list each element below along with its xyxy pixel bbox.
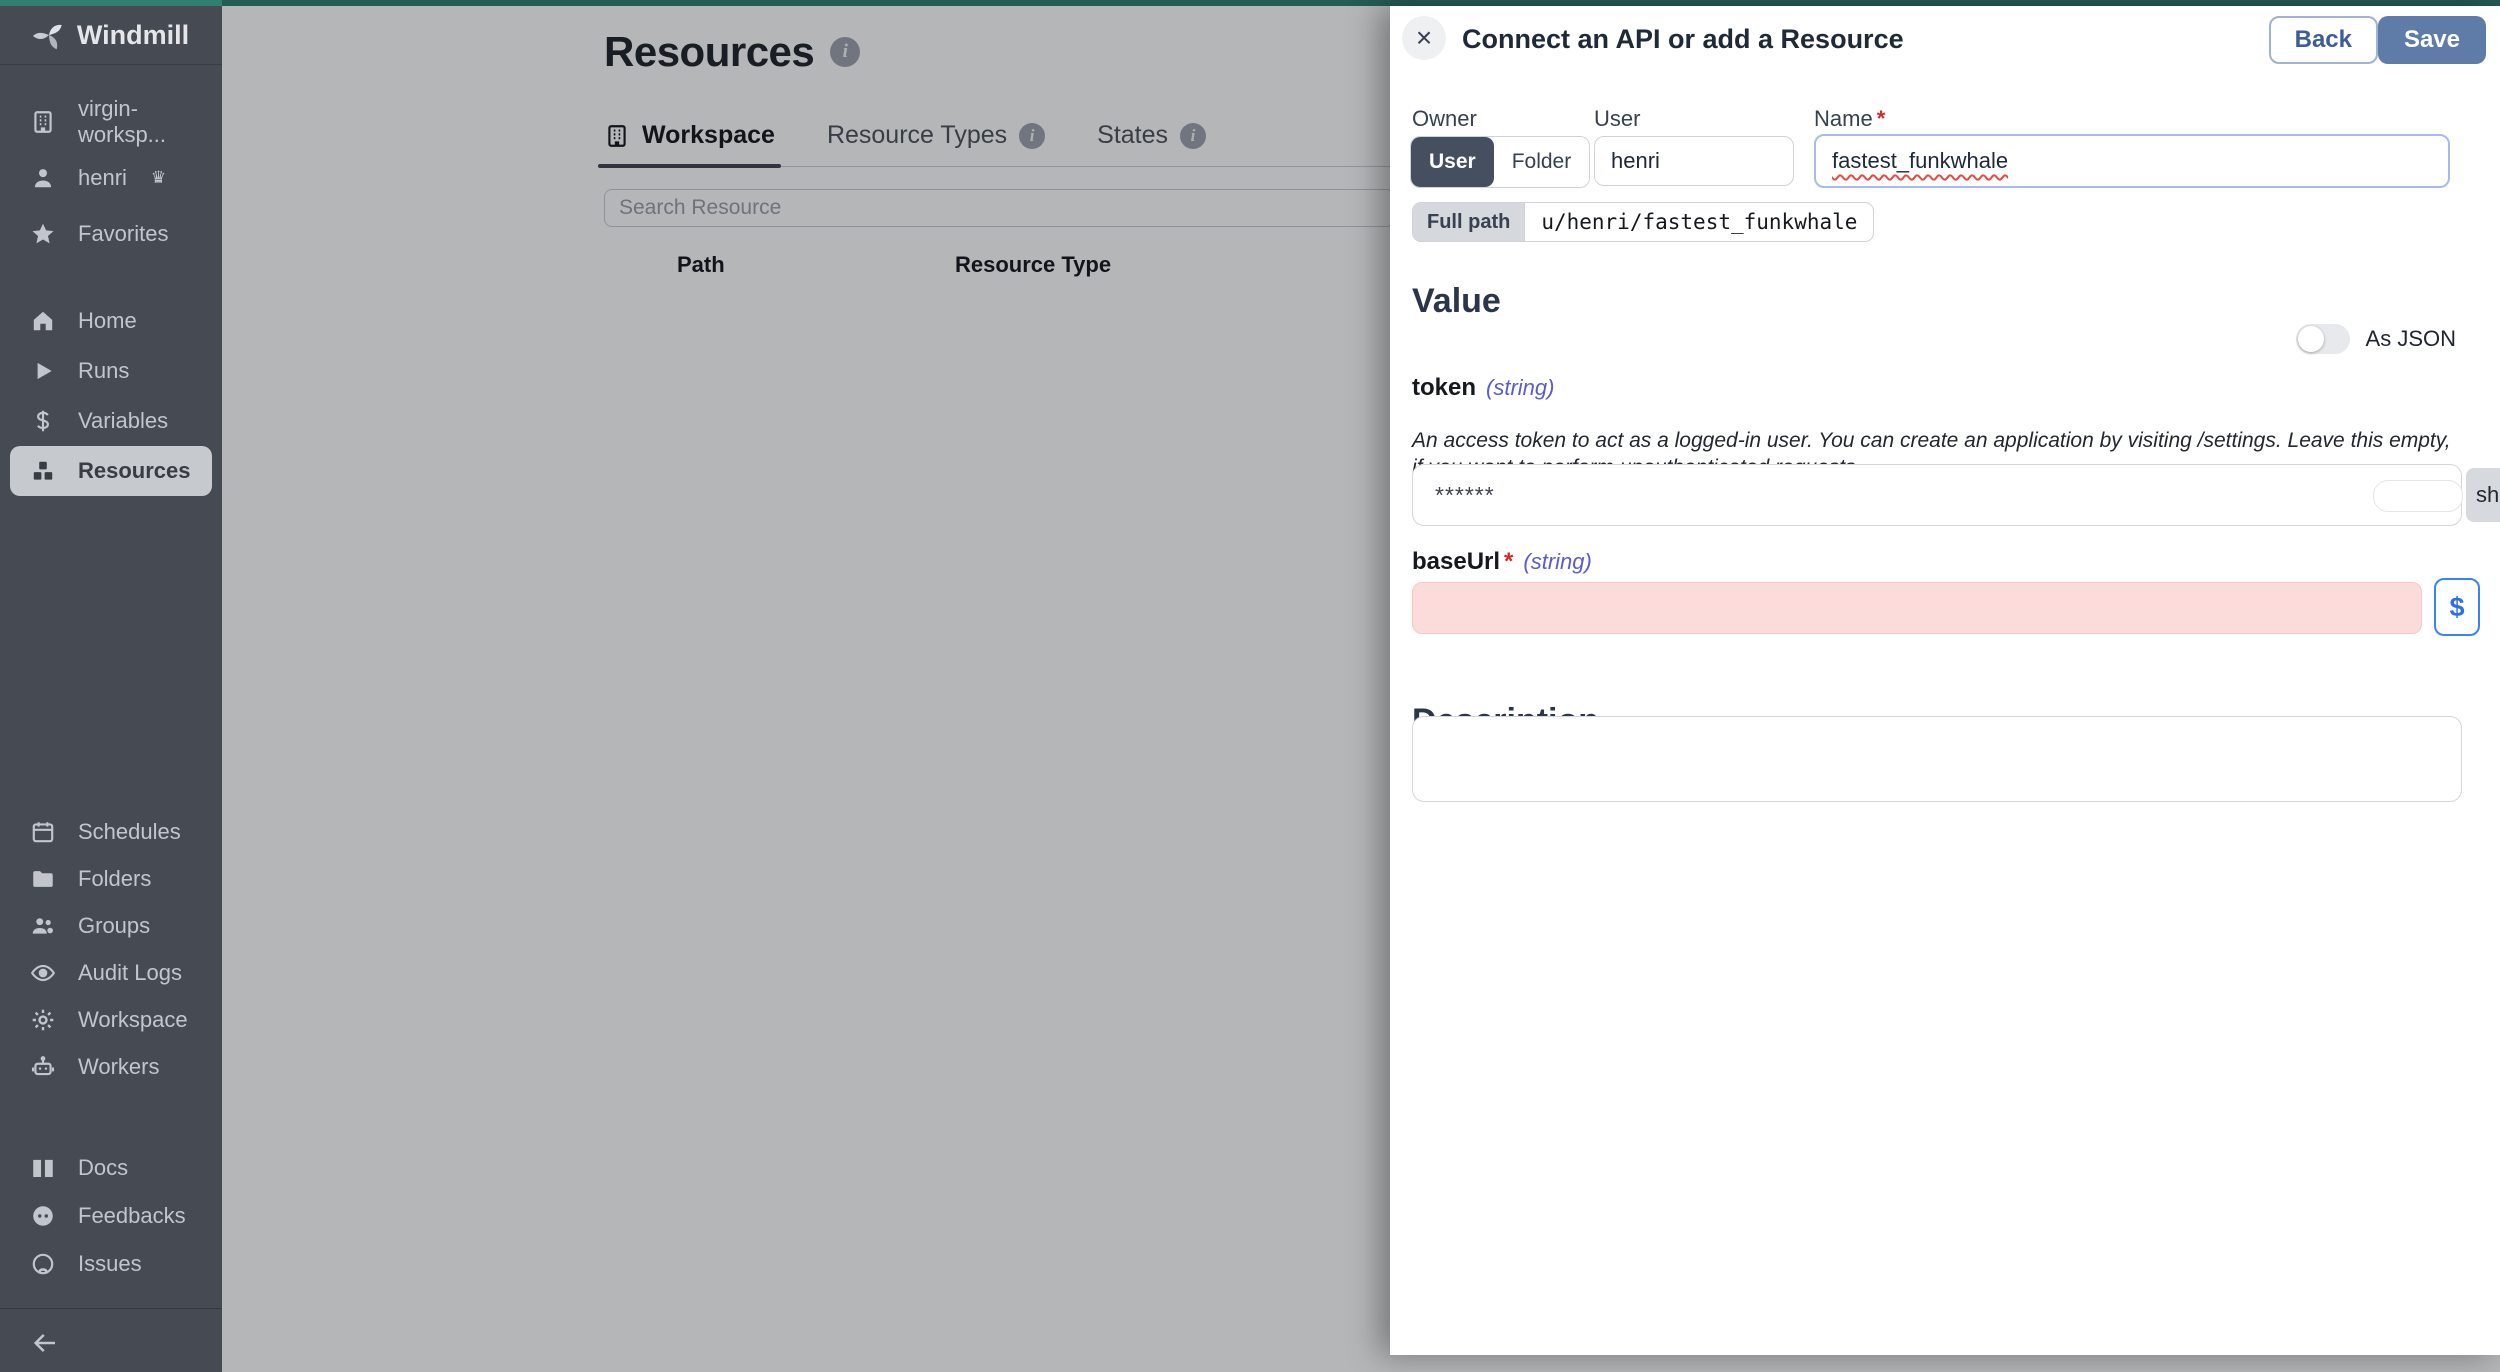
full-path-pill: Full path u/henri/fastest_funkwhale <box>1412 202 1874 242</box>
app-name: Windmill <box>77 20 189 51</box>
token-type-hint: (string) <box>1486 375 1554 401</box>
baseurl-type-hint: (string) <box>1523 549 1591 575</box>
full-path-value: u/henri/fastest_funkwhale <box>1525 203 1873 241</box>
nav-label: Resources <box>78 458 191 484</box>
owner-toggle-group: User Folder <box>1410 136 1590 188</box>
arrow-left-icon <box>30 1328 60 1358</box>
sidebar-item-schedules[interactable]: Schedules <box>0 808 222 855</box>
users-icon <box>30 913 56 939</box>
windmill-logo-icon <box>33 19 65 51</box>
as-json-label: As JSON <box>2366 326 2456 352</box>
username: henri <box>78 165 127 191</box>
workspace-name: virgin-worksp... <box>78 96 222 148</box>
close-icon[interactable]: × <box>1402 16 1446 60</box>
nav-label: Runs <box>78 358 129 384</box>
description-textarea[interactable] <box>1412 716 2462 802</box>
star-icon <box>30 221 56 247</box>
robot-icon <box>30 1054 56 1080</box>
nav-label: Issues <box>78 1251 142 1277</box>
owner-option-user[interactable]: User <box>1411 137 1494 187</box>
sidebar-item-audit-logs[interactable]: Audit Logs <box>0 949 222 996</box>
nav-label: Home <box>78 308 137 334</box>
sidebar-item-feedbacks[interactable]: Feedbacks <box>0 1192 222 1240</box>
user-label: User <box>1594 106 1640 132</box>
book-icon <box>30 1155 56 1181</box>
sidebar-item-workspace-settings[interactable]: Workspace <box>0 996 222 1043</box>
sidebar-admin-group: Schedules Folders Groups Audit Logs Work… <box>0 808 222 1090</box>
folder-icon <box>30 866 56 892</box>
token-inline-pill[interactable] <box>2373 480 2463 512</box>
cubes-icon <box>30 458 56 484</box>
nav-label: Docs <box>78 1155 128 1181</box>
name-label: Name* <box>1814 106 1885 132</box>
sidebar-item-runs[interactable]: Runs <box>0 346 222 396</box>
discord-icon <box>30 1203 56 1229</box>
nav-label: Workspace <box>78 1007 188 1033</box>
resource-drawer: × Connect an API or add a Resource Back … <box>1390 6 2500 1355</box>
drawer-title: Connect an API or add a Resource <box>1462 24 1904 55</box>
user-field[interactable]: henri <box>1594 136 1794 186</box>
play-icon <box>30 358 56 384</box>
show-password-button[interactable]: sh <box>2466 468 2500 522</box>
home-icon <box>30 308 56 334</box>
owner-option-folder[interactable]: Folder <box>1494 137 1590 187</box>
save-button[interactable]: Save <box>2378 16 2486 64</box>
sidebar-item-workspace-picker[interactable]: virgin-worksp... <box>0 94 222 150</box>
name-field[interactable]: fastest_funkwhale <box>1814 134 2450 188</box>
eye-icon <box>30 960 56 986</box>
owner-label: Owner <box>1412 106 1477 132</box>
token-name: token <box>1412 374 1476 402</box>
baseurl-name: baseUrl* <box>1412 548 1513 576</box>
nav-label: Workers <box>78 1054 160 1080</box>
nav-label: Feedbacks <box>78 1203 186 1229</box>
sidebar: Windmill virgin-worksp... henri ♛ Favori… <box>0 6 222 1372</box>
sidebar-item-variables[interactable]: Variables <box>0 396 222 446</box>
github-icon <box>30 1251 56 1277</box>
sidebar-item-resources[interactable]: Resources <box>10 446 212 496</box>
sidebar-item-home[interactable]: Home <box>0 296 222 346</box>
building-icon <box>30 109 56 135</box>
baseurl-property-header: baseUrl* (string) <box>1412 548 1592 576</box>
nav-label: Groups <box>78 913 150 939</box>
sidebar-item-user[interactable]: henri ♛ <box>0 150 222 206</box>
sidebar-item-docs[interactable]: Docs <box>0 1144 222 1192</box>
value-section-heading: Value <box>1412 282 1501 321</box>
token-field[interactable]: ****** <box>1412 464 2462 526</box>
token-property-header: token (string) <box>1412 374 1554 402</box>
sidebar-divider <box>0 1308 222 1309</box>
baseurl-field[interactable] <box>1412 582 2422 634</box>
sidebar-item-favorites[interactable]: Favorites <box>0 206 222 262</box>
required-asterisk: * <box>1504 548 1513 575</box>
sidebar-collapse-button[interactable] <box>0 1318 222 1368</box>
favorites-label: Favorites <box>78 221 168 247</box>
nav-label: Audit Logs <box>78 960 182 986</box>
full-path-label: Full path <box>1413 203 1525 241</box>
gear-icon <box>30 1007 56 1033</box>
as-json-toggle[interactable] <box>2296 324 2350 354</box>
sidebar-item-folders[interactable]: Folders <box>0 855 222 902</box>
as-json-row: As JSON <box>2296 324 2456 354</box>
app-logo[interactable]: Windmill <box>0 6 222 65</box>
toggle-knob <box>2298 326 2324 352</box>
crown-icon: ♛ <box>151 168 166 188</box>
back-button[interactable]: Back <box>2269 16 2378 64</box>
sidebar-item-workers[interactable]: Workers <box>0 1043 222 1090</box>
sidebar-item-issues[interactable]: Issues <box>0 1240 222 1288</box>
sidebar-nav-group: Home Runs Variables Resources <box>0 296 222 496</box>
person-icon <box>30 165 56 191</box>
insert-variable-button[interactable]: $ <box>2434 578 2480 636</box>
nav-label: Variables <box>78 408 168 434</box>
sidebar-item-groups[interactable]: Groups <box>0 902 222 949</box>
sidebar-footer-group: Docs Feedbacks Issues <box>0 1144 222 1288</box>
sidebar-context-group: virgin-worksp... henri ♛ Favorites <box>0 94 222 262</box>
dollar-icon <box>30 408 56 434</box>
nav-label: Folders <box>78 866 151 892</box>
drawer-header: × Connect an API or add a Resource Back … <box>1390 6 2500 74</box>
required-asterisk: * <box>1877 106 1886 131</box>
nav-label: Schedules <box>78 819 181 845</box>
app-root: Resources i Workspace Resource Types i S… <box>0 0 2500 1372</box>
calendar-icon <box>30 819 56 845</box>
